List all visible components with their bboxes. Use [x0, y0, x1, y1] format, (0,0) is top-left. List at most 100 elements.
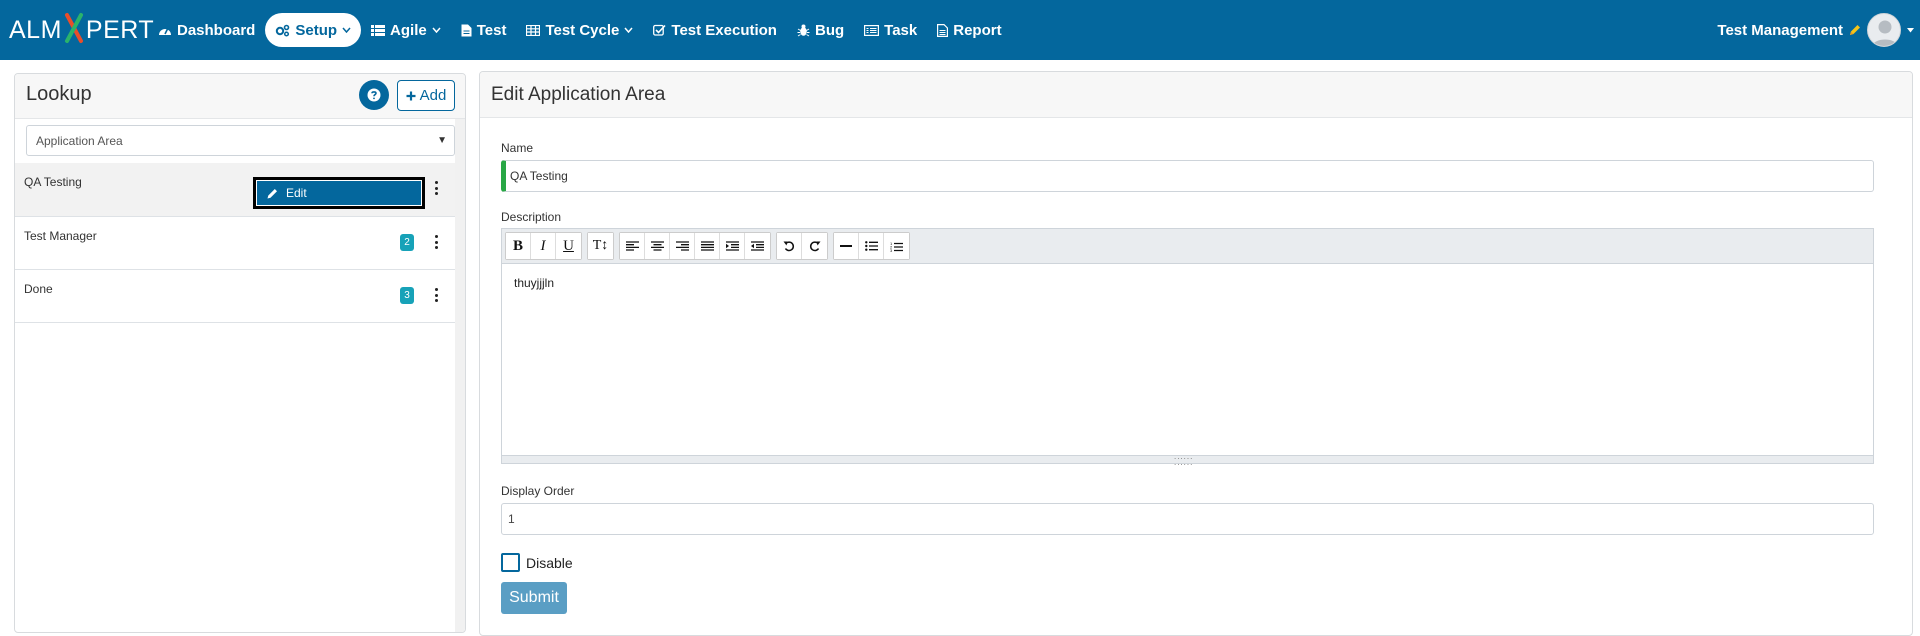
description-label: Description: [501, 210, 562, 224]
chevron-down-icon: [342, 27, 351, 33]
top-navbar: ALM PERT Dashboard Setup Agile Test Test…: [0, 0, 1920, 60]
lookup-type-value: Application Area: [36, 133, 123, 148]
submit-button[interactable]: Submit: [501, 582, 567, 614]
nav-agile[interactable]: Agile: [361, 13, 451, 47]
name-label: Name: [501, 141, 534, 155]
bullet-list-icon: [864, 241, 878, 251]
chevron-down-icon: [624, 27, 633, 33]
add-button[interactable]: Add: [397, 80, 455, 111]
pencil-icon[interactable]: [1849, 24, 1861, 36]
editor-toolbar: B I U T↕ 123: [502, 229, 1873, 264]
edit-menu-item[interactable]: Edit: [256, 180, 422, 206]
redo-button[interactable]: [802, 233, 827, 259]
cogs-icon: [276, 24, 290, 37]
name-field[interactable]: QA Testing: [501, 160, 1874, 192]
list-item[interactable]: Test Manager 2: [15, 217, 455, 270]
numbered-list-button[interactable]: 123: [884, 233, 909, 259]
bug-icon: [797, 24, 810, 36]
file-icon: [461, 24, 472, 36]
justify-button[interactable]: [695, 233, 720, 259]
numbered-list-icon: 123: [890, 241, 903, 252]
lookup-type-select[interactable]: Application Area ▼: [26, 125, 455, 156]
avatar[interactable]: [1867, 13, 1901, 47]
list-item-label: Test Manager: [24, 229, 97, 243]
nav-test[interactable]: Test: [451, 13, 517, 47]
nav-task[interactable]: Task: [854, 13, 927, 47]
outdent-button[interactable]: [745, 233, 770, 259]
justify-icon: [700, 241, 714, 251]
logo-text-left: ALM: [9, 15, 62, 44]
nav-task-label: Task: [884, 21, 918, 39]
nav-test-execution-label: Test Execution: [671, 21, 777, 39]
list-item[interactable]: Done 3: [15, 270, 455, 323]
outdent-icon: [751, 241, 764, 251]
edit-panel: Edit Application Area Name QA Testing De…: [479, 71, 1913, 636]
nav-test-execution[interactable]: Test Execution: [643, 13, 787, 47]
checkbox-icon: [653, 24, 666, 36]
add-button-label: Add: [419, 87, 447, 104]
count-badge: 2: [400, 234, 414, 251]
chevron-down-icon: [432, 27, 441, 33]
svg-text:3: 3: [890, 248, 893, 252]
font-size-button[interactable]: T↕: [588, 233, 613, 259]
description-textarea[interactable]: thuyjjjln: [502, 264, 1873, 455]
pencil-icon: [267, 188, 277, 198]
redo-icon: [809, 241, 820, 252]
horizontal-rule-icon: [840, 245, 852, 247]
main-menu: Dashboard Setup Agile Test Test Cycle Te…: [148, 13, 1012, 47]
disable-row: Disable: [501, 553, 573, 572]
align-right-icon: [675, 241, 689, 251]
list-item-label: QA Testing: [24, 175, 82, 189]
nav-agile-label: Agile: [390, 21, 427, 39]
question-icon: [367, 88, 381, 102]
count-badge: 3: [400, 287, 414, 304]
edit-panel-header: Edit Application Area: [480, 72, 1912, 118]
display-order-label: Display Order: [501, 484, 575, 498]
app-logo[interactable]: ALM PERT: [9, 12, 154, 48]
logo-text-right: PERT: [85, 15, 155, 44]
nav-report[interactable]: Report: [927, 13, 1011, 47]
lookup-header: Lookup Add: [15, 74, 465, 119]
align-left-button[interactable]: [620, 233, 645, 259]
nav-dashboard[interactable]: Dashboard: [148, 13, 265, 47]
more-options-icon[interactable]: [432, 286, 440, 304]
help-button[interactable]: [359, 80, 389, 110]
nav-bug[interactable]: Bug: [787, 13, 854, 47]
user-menu[interactable]: Test Management: [1717, 12, 1920, 48]
display-order-field[interactable]: 1: [501, 503, 1874, 535]
nav-bug-label: Bug: [814, 21, 845, 39]
bullet-list-button[interactable]: [859, 233, 884, 259]
more-options-icon[interactable]: [432, 179, 440, 197]
list-item[interactable]: QA Testing Edit: [15, 163, 455, 217]
caret-down-icon: ▼: [437, 135, 447, 146]
more-options-icon[interactable]: [432, 233, 440, 251]
align-center-icon: [650, 241, 664, 251]
align-right-button[interactable]: [670, 233, 695, 259]
caret-down-icon[interactable]: [1907, 27, 1914, 33]
nav-test-label: Test: [476, 21, 507, 39]
horizontal-rule-button[interactable]: [834, 233, 859, 259]
nav-setup[interactable]: Setup: [265, 13, 362, 47]
lookup-list: QA Testing Edit Test Manager 2 Done 3: [15, 163, 455, 323]
lookup-panel: Lookup Add Application Area ▼ QA Testing…: [14, 73, 466, 633]
align-center-button[interactable]: [645, 233, 670, 259]
editor-resize-handle[interactable]: ⋅⋅⋅⋅⋅⋅ ⋅⋅⋅⋅⋅⋅: [502, 455, 1873, 469]
disable-label: Disable: [526, 554, 573, 571]
bold-button[interactable]: B: [506, 233, 531, 259]
indent-button[interactable]: [720, 233, 745, 259]
report-icon: [937, 23, 949, 37]
italic-button[interactable]: I: [531, 233, 556, 259]
align-left-icon: [625, 241, 639, 251]
undo-button[interactable]: [777, 233, 802, 259]
scrollbar[interactable]: [455, 119, 465, 632]
nav-report-label: Report: [953, 21, 1002, 39]
undo-icon: [783, 241, 795, 252]
list-icon: [371, 24, 386, 36]
nav-setup-label: Setup: [295, 21, 338, 39]
edit-menu-label: Edit: [286, 186, 307, 200]
list-item-label: Done: [24, 282, 53, 296]
nav-test-cycle[interactable]: Test Cycle: [516, 13, 643, 47]
underline-button[interactable]: U: [556, 233, 581, 259]
description-editor: B I U T↕ 123 thuyjjjln ⋅⋅⋅⋅⋅⋅ ⋅⋅⋅⋅⋅⋅: [501, 228, 1874, 469]
disable-checkbox[interactable]: [501, 553, 520, 572]
